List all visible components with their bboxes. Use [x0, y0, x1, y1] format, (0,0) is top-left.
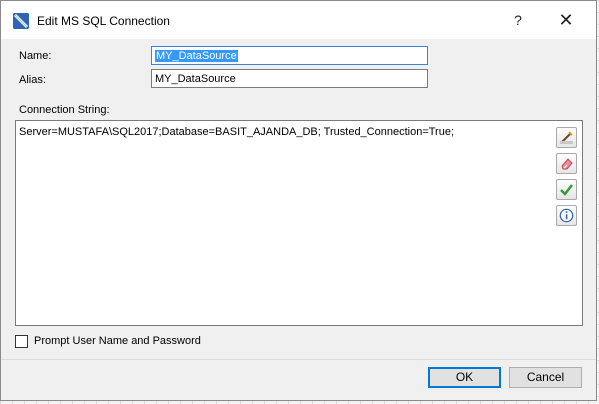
edit-wizard-icon — [560, 131, 573, 144]
name-input-value: MY_DataSource — [155, 50, 238, 62]
connection-string-value: Server=MUSTAFA\SQL2017;Database=BASIT_AJ… — [19, 126, 455, 138]
prompt-credentials-checkbox[interactable] — [15, 335, 28, 348]
close-button[interactable]: ✕ — [544, 1, 588, 39]
clear-button[interactable] — [556, 153, 577, 174]
edit-connection-wizard-button[interactable] — [556, 127, 577, 148]
app-icon — [13, 13, 29, 29]
ok-button[interactable]: OK — [428, 367, 501, 388]
info-button[interactable] — [556, 205, 577, 226]
button-bar: OK Cancel — [1, 359, 596, 400]
cancel-button[interactable]: Cancel — [509, 367, 582, 388]
title-bar[interactable]: Edit MS SQL Connection ? ✕ — [1, 1, 596, 39]
alias-input[interactable]: MY_DataSource — [151, 69, 428, 88]
help-button[interactable]: ? — [496, 1, 540, 39]
name-label: Name: — [19, 50, 52, 62]
checkmark-icon — [560, 184, 573, 196]
connection-string-input[interactable]: Server=MUSTAFA\SQL2017;Database=BASIT_AJ… — [15, 120, 583, 326]
window-title: Edit MS SQL Connection — [37, 14, 170, 28]
test-connection-button[interactable] — [556, 179, 577, 200]
eraser-icon — [561, 158, 573, 170]
prompt-credentials-label: Prompt User Name and Password — [34, 335, 201, 347]
alias-label: Alias: — [19, 74, 46, 86]
connection-string-label: Connection String: — [19, 104, 110, 116]
info-icon — [559, 208, 574, 223]
name-input[interactable]: MY_DataSource — [151, 46, 428, 65]
edit-connection-dialog: Edit MS SQL Connection ? ✕ Name: MY_Data… — [0, 0, 597, 401]
